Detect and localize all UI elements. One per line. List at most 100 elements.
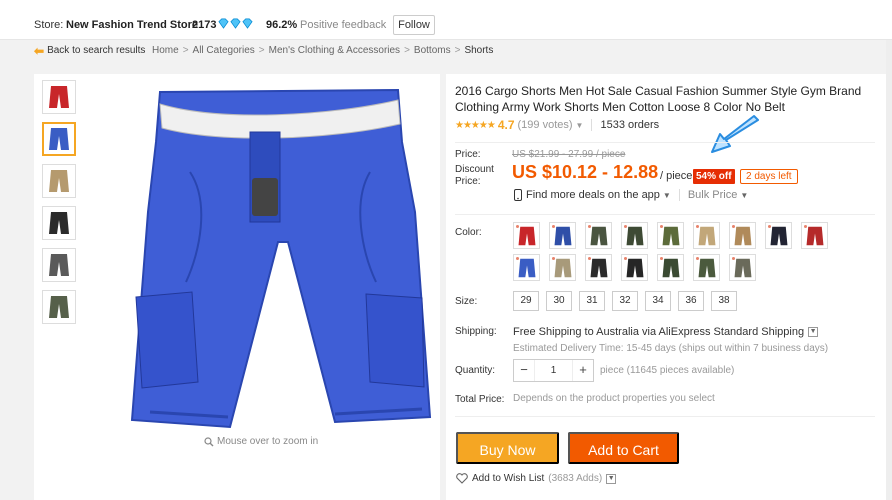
zoom-hint: Mouse over to zoom in (204, 436, 318, 447)
size-option[interactable]: 34 (645, 291, 671, 311)
breadcrumb-separator: > (258, 45, 265, 56)
color-swatch[interactable] (549, 254, 576, 281)
back-to-search-link[interactable]: ⬅ Back to search results (34, 41, 145, 61)
store-score: 2173 (192, 19, 217, 31)
divider (455, 142, 875, 143)
back-arrow-icon: ⬅ (34, 44, 45, 58)
store-label: Store: (34, 19, 64, 31)
size-option[interactable]: 36 (678, 291, 704, 311)
quantity-availability: piece (11645 pieces available) (600, 365, 735, 376)
scrollbar[interactable] (886, 40, 892, 500)
add-to-wishlist[interactable]: Add to Wish List (3683 Adds) ▼ (456, 473, 617, 484)
breadcrumb-separator: > (404, 45, 410, 56)
wishlist-count: (3683 Adds) (548, 473, 603, 484)
shipping-label: Shipping: (455, 326, 497, 337)
increment-button[interactable]: + (573, 360, 593, 381)
size-option[interactable]: 31 (579, 291, 605, 311)
color-swatch[interactable] (513, 222, 540, 249)
wishlist-label: Add to Wish List (472, 473, 545, 484)
thumbnail[interactable] (42, 206, 76, 240)
size-options: 29 30 31 32 34 36 38 (513, 291, 744, 311)
color-swatch[interactable] (621, 222, 648, 249)
thumbnail[interactable] (42, 164, 76, 198)
color-swatch[interactable] (657, 254, 684, 281)
diamond-icon (230, 18, 241, 29)
per-piece-label: / piece (660, 170, 693, 182)
color-swatches (513, 222, 873, 286)
total-price-label: Total Price: (455, 394, 505, 405)
delivery-estimate: Estimated Delivery Time: 15-45 days (shi… (513, 343, 829, 354)
breadcrumb-item[interactable]: Men's Clothing & Accessories (269, 41, 400, 61)
buy-now-button[interactable]: Buy Now (456, 432, 559, 464)
star-rating-icon: ★★★★★ (455, 119, 496, 131)
chevron-down-icon[interactable]: ▼ (576, 121, 584, 130)
breadcrumb-separator: > (454, 45, 461, 56)
quantity-input[interactable]: 1 (534, 360, 573, 381)
product-title: 2016 Cargo Shorts Men Hot Sale Casual Fa… (455, 84, 862, 114)
follow-button[interactable]: Follow (393, 15, 435, 35)
discount-badge: 54% off (693, 169, 735, 184)
original-price: US $21.99 - 27.99 / piece (512, 149, 626, 160)
store-rank-diamonds (218, 18, 253, 29)
time-left-badge: 2 days left (740, 169, 798, 184)
color-swatch[interactable] (729, 222, 756, 249)
shipping-method[interactable]: Free Shipping to Australia via AliExpres… (513, 326, 819, 338)
color-swatch[interactable] (513, 254, 540, 281)
chevron-down-icon[interactable]: ▼ (663, 191, 671, 200)
breadcrumb: Home > All Categories > Men's Clothing &… (152, 41, 493, 61)
feedback-label[interactable]: Positive feedback (300, 18, 386, 32)
size-option[interactable]: 29 (513, 291, 539, 311)
annotation-arrow-icon (711, 115, 759, 153)
decrement-button[interactable]: − (514, 360, 534, 381)
main-product-image[interactable] (130, 82, 432, 434)
product-gallery: Mouse over to zoom in (34, 74, 440, 500)
magnifier-icon (204, 436, 214, 446)
chevron-down-icon[interactable]: ▼ (808, 327, 819, 337)
app-deals-row: Find more deals on the app ▼ Bulk Price … (513, 189, 748, 201)
size-option[interactable]: 30 (546, 291, 572, 311)
thumbnail[interactable] (42, 290, 76, 324)
color-swatch[interactable] (693, 222, 720, 249)
color-swatch[interactable] (585, 222, 612, 249)
rating-row: ★★★★★ 4.7 (199 votes) ▼ 1533 orders (455, 118, 659, 132)
color-swatch[interactable] (585, 254, 612, 281)
color-swatch[interactable] (765, 222, 792, 249)
breadcrumb-item[interactable]: All Categories (193, 41, 255, 61)
diamond-icon (242, 18, 253, 29)
app-deals-link[interactable]: Find more deals on the app (526, 189, 660, 201)
color-swatch[interactable] (549, 222, 576, 249)
divider (455, 214, 875, 215)
discount-label: Discount (455, 164, 494, 175)
quantity-stepper: − 1 + (513, 359, 594, 382)
thumbnail[interactable] (42, 248, 76, 282)
discount-price: US $10.12 - 12.88 (512, 162, 659, 182)
breadcrumb-item[interactable]: Bottoms (414, 41, 451, 61)
chevron-down-icon[interactable]: ▼ (606, 473, 617, 484)
size-label: Size: (455, 296, 478, 307)
breadcrumb-item[interactable]: Home (152, 41, 179, 61)
size-option[interactable]: 38 (711, 291, 737, 311)
chevron-down-icon[interactable]: ▼ (740, 191, 748, 200)
size-option[interactable]: 32 (612, 291, 638, 311)
color-swatch[interactable] (729, 254, 756, 281)
divider (678, 189, 680, 201)
bulk-price-link[interactable]: Bulk Price (688, 189, 738, 201)
store-bar: Store: New Fashion Trend Store 2173 96.2… (0, 0, 892, 40)
color-swatch[interactable] (621, 254, 648, 281)
add-to-cart-button[interactable]: Add to Cart (568, 432, 679, 464)
zoom-hint-label: Mouse over to zoom in (217, 436, 319, 447)
color-label: Color: (455, 227, 482, 238)
thumbnail[interactable] (42, 80, 76, 114)
phone-icon (514, 189, 522, 201)
price-label: Price: (455, 149, 481, 160)
total-price-value: Depends on the product properties you se… (513, 393, 715, 404)
thumbnail-selected[interactable] (42, 122, 76, 156)
color-swatch[interactable] (693, 254, 720, 281)
discount-label-2: Price: (455, 176, 481, 187)
color-swatch[interactable] (657, 222, 684, 249)
store-name-link[interactable]: New Fashion Trend Store (66, 18, 198, 32)
votes-count[interactable]: (199 votes) (518, 119, 573, 131)
color-swatch[interactable] (801, 222, 828, 249)
rating-value: 4.7 (497, 118, 515, 132)
shipping-method-text: Free Shipping to Australia via AliExpres… (513, 326, 805, 338)
